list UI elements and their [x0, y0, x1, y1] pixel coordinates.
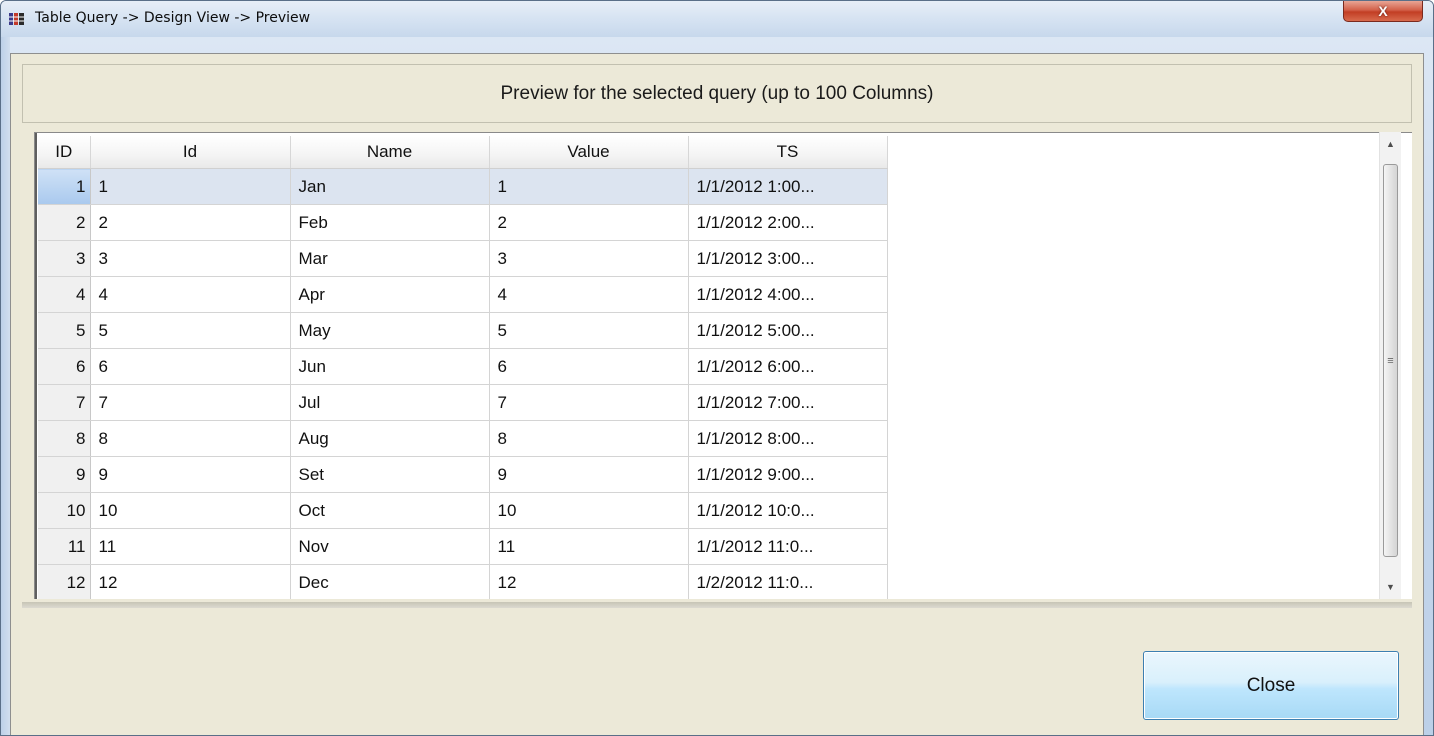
id-cell[interactable]: 3 [90, 240, 291, 277]
row-header-cell[interactable]: 6 [38, 348, 91, 385]
column-header-row-id[interactable]: ID [38, 136, 91, 169]
table-row[interactable]: 7 7 Jul 7 1/1/2012 7:00... [38, 384, 888, 421]
name-cell[interactable]: Jun [290, 348, 490, 385]
ts-cell[interactable]: 1/1/2012 9:00... [688, 456, 888, 493]
table-row[interactable]: 1 1 Jan 1 1/1/2012 1:00... [38, 168, 888, 205]
table-row[interactable]: 10 10 Oct 10 1/1/2012 10:0... [38, 492, 888, 529]
id-cell[interactable]: 7 [90, 384, 291, 421]
window-border [1, 37, 10, 735]
id-cell[interactable]: 1 [90, 168, 291, 205]
table-row[interactable]: 6 6 Jun 6 1/1/2012 6:00... [38, 348, 888, 385]
ts-cell[interactable]: 1/1/2012 2:00... [688, 204, 888, 241]
id-cell[interactable]: 12 [90, 564, 291, 599]
row-header-cell[interactable]: 5 [38, 312, 91, 349]
ts-cell[interactable]: 1/1/2012 5:00... [688, 312, 888, 349]
scroll-down-arrow[interactable]: ▼ [1380, 575, 1401, 599]
table-grid-icon [9, 13, 24, 25]
name-cell[interactable]: Dec [290, 564, 490, 599]
grid-body: 1 1 Jan 1 1/1/2012 1:00... 2 2 Feb 2 1/1/2012 2:0… [38, 168, 888, 599]
value-cell[interactable]: 8 [489, 420, 689, 457]
row-header-cell[interactable]: 10 [38, 492, 91, 529]
ts-cell[interactable]: 1/1/2012 7:00... [688, 384, 888, 421]
row-header-cell[interactable]: 3 [38, 240, 91, 277]
row-header-cell[interactable]: 4 [38, 276, 91, 313]
ts-cell[interactable]: 1/1/2012 10:0... [688, 492, 888, 529]
preview-caption: Preview for the selected query (up to 10… [22, 64, 1412, 123]
id-cell[interactable]: 6 [90, 348, 291, 385]
table-row[interactable]: 3 3 Mar 3 1/1/2012 3:00... [38, 240, 888, 277]
value-cell[interactable]: 10 [489, 492, 689, 529]
name-cell[interactable]: Apr [290, 276, 490, 313]
grid-header-row: ID Id Name Value TS [38, 136, 888, 169]
id-cell[interactable]: 11 [90, 528, 291, 565]
grip-icon: ≡ [1387, 354, 1394, 367]
value-cell[interactable]: 4 [489, 276, 689, 313]
table-row[interactable]: 2 2 Feb 2 1/1/2012 2:00... [38, 204, 888, 241]
grid-footer-divider [22, 602, 1412, 608]
table-row[interactable]: 9 9 Set 9 1/1/2012 9:00... [38, 456, 888, 493]
value-cell[interactable]: 3 [489, 240, 689, 277]
data-grid-table: ID Id Name Value TS 1 1 Jan 1 1/1/2012 1:00.… [38, 136, 888, 599]
dialog-client-area: Preview for the selected query (up to 10… [10, 53, 1424, 735]
id-cell[interactable]: 9 [90, 456, 291, 493]
table-row[interactable]: 12 12 Dec 12 1/2/2012 11:0... [38, 564, 888, 599]
close-icon: X [1378, 3, 1388, 19]
ts-cell[interactable]: 1/1/2012 3:00... [688, 240, 888, 277]
value-cell[interactable]: 11 [489, 528, 689, 565]
name-cell[interactable]: Jan [290, 168, 490, 205]
table-row[interactable]: 5 5 May 5 1/1/2012 5:00... [38, 312, 888, 349]
id-cell[interactable]: 2 [90, 204, 291, 241]
value-cell[interactable]: 5 [489, 312, 689, 349]
name-cell[interactable]: Nov [290, 528, 490, 565]
window-title: Table Query -> Design View -> Preview [35, 10, 311, 26]
title-bar[interactable]: Table Query -> Design View -> Preview X [1, 1, 1433, 37]
name-cell[interactable]: May [290, 312, 490, 349]
ts-cell[interactable]: 1/2/2012 11:0... [688, 564, 888, 599]
name-cell[interactable]: Set [290, 456, 490, 493]
value-cell[interactable]: 2 [489, 204, 689, 241]
column-header-name[interactable]: Name [290, 136, 490, 169]
ts-cell[interactable]: 1/1/2012 4:00... [688, 276, 888, 313]
scrollbar-thumb[interactable]: ≡ [1383, 164, 1398, 557]
id-cell[interactable]: 8 [90, 420, 291, 457]
value-cell[interactable]: 1 [489, 168, 689, 205]
data-grid[interactable]: ID Id Name Value TS 1 1 Jan 1 1/1/2012 1:00.… [34, 132, 1412, 599]
table-row[interactable]: 4 4 Apr 4 1/1/2012 4:00... [38, 276, 888, 313]
row-header-cell[interactable]: 2 [38, 204, 91, 241]
row-header-cell[interactable]: 9 [38, 456, 91, 493]
name-cell[interactable]: Aug [290, 420, 490, 457]
value-cell[interactable]: 7 [489, 384, 689, 421]
name-cell[interactable]: Feb [290, 204, 490, 241]
id-cell[interactable]: 5 [90, 312, 291, 349]
ts-cell[interactable]: 1/1/2012 8:00... [688, 420, 888, 457]
row-header-cell[interactable]: 7 [38, 384, 91, 421]
table-row[interactable]: 11 11 Nov 11 1/1/2012 11:0... [38, 528, 888, 565]
close-button[interactable]: Close [1143, 651, 1399, 720]
name-cell[interactable]: Oct [290, 492, 490, 529]
column-header-value[interactable]: Value [489, 136, 689, 169]
ts-cell[interactable]: 1/1/2012 1:00... [688, 168, 888, 205]
ts-cell[interactable]: 1/1/2012 11:0... [688, 528, 888, 565]
row-header-cell[interactable]: 12 [38, 564, 91, 599]
column-header-id[interactable]: Id [90, 136, 291, 169]
id-cell[interactable]: 4 [90, 276, 291, 313]
value-cell[interactable]: 12 [489, 564, 689, 599]
vertical-scrollbar[interactable]: ▲ ≡ ▼ [1379, 132, 1401, 599]
chevron-up-icon: ▲ [1386, 139, 1395, 149]
row-header-cell[interactable]: 8 [38, 420, 91, 457]
table-row[interactable]: 8 8 Aug 8 1/1/2012 8:00... [38, 420, 888, 457]
id-cell[interactable]: 10 [90, 492, 291, 529]
name-cell[interactable]: Mar [290, 240, 490, 277]
ts-cell[interactable]: 1/1/2012 6:00... [688, 348, 888, 385]
row-header-cell[interactable]: 11 [38, 528, 91, 565]
preview-window: Table Query -> Design View -> Preview X … [0, 0, 1434, 736]
chevron-down-icon: ▼ [1386, 582, 1395, 592]
value-cell[interactable]: 6 [489, 348, 689, 385]
row-header-cell[interactable]: 1 [38, 168, 91, 205]
value-cell[interactable]: 9 [489, 456, 689, 493]
window-close-button[interactable]: X [1343, 1, 1423, 22]
name-cell[interactable]: Jul [290, 384, 490, 421]
scroll-up-arrow[interactable]: ▲ [1380, 132, 1401, 156]
column-header-ts[interactable]: TS [688, 136, 888, 169]
